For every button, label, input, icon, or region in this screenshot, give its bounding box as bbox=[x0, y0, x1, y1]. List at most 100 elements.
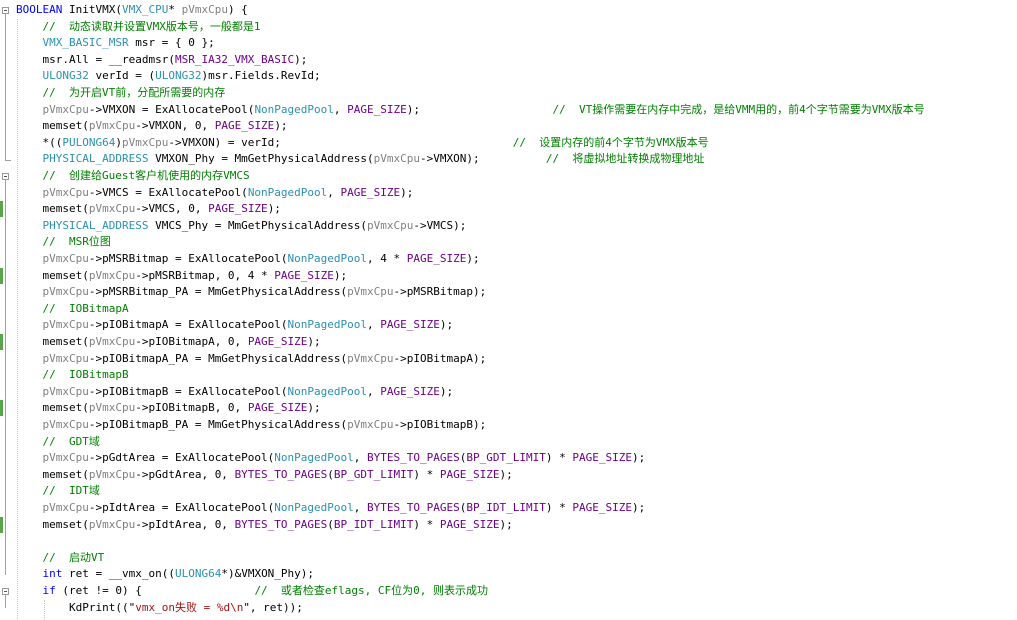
change-marker bbox=[0, 267, 3, 284]
code-token: ->pIOBitmapA_PA = MmGetPhysicalAddress( bbox=[88, 351, 348, 365]
code-token: PHYSICAL_ADDRESS bbox=[42, 152, 149, 166]
editor-gutter[interactable] bbox=[0, 0, 14, 620]
code-line[interactable]: pVmxCpu->pMSRBitmap_PA = MmGetPhysicalAd… bbox=[16, 284, 487, 301]
code-token: PAGE_SIZE bbox=[208, 202, 268, 216]
code-token: // MSR位图 bbox=[42, 235, 111, 249]
code-token: * bbox=[168, 3, 182, 16]
code-token: verId = ( bbox=[88, 69, 156, 83]
code-token: ) * bbox=[545, 451, 573, 465]
code-line[interactable]: // GDT域 bbox=[16, 434, 100, 451]
code-line[interactable]: memset(pVmxCpu->pGdtArea, 0, BYTES_TO_PA… bbox=[16, 467, 512, 484]
code-line[interactable]: pVmxCpu->pIOBitmapB = ExAllocatePool(Non… bbox=[16, 384, 454, 401]
code-line[interactable]: // 启动VT bbox=[16, 550, 105, 567]
indent-guide bbox=[17, 18, 18, 620]
code-line[interactable]: memset(pVmxCpu->pMSRBitmap, 0, 4 * PAGE_… bbox=[16, 268, 347, 285]
code-line[interactable]: memset(pVmxCpu->pIOBitmapA, 0, PAGE_SIZE… bbox=[16, 334, 320, 351]
code-token: NonPagedPool bbox=[287, 252, 368, 265]
code-token: pVmxCpu bbox=[42, 418, 89, 431]
code-token: PAGE_SIZE bbox=[572, 451, 632, 465]
code-line[interactable]: // IDT域 bbox=[16, 483, 100, 500]
code-token: ", ret)); bbox=[243, 600, 303, 614]
code-line[interactable]: PHYSICAL_ADDRESS VMCS_Phy = MmGetPhysica… bbox=[16, 218, 467, 235]
code-line[interactable]: PHYSICAL_ADDRESS VMXON_Phy = MmGetPhysic… bbox=[16, 151, 705, 168]
code-token: ); bbox=[499, 517, 513, 531]
code-line[interactable]: int ret = __vmx_on((ULONG64*)&VMXON_Phy)… bbox=[16, 566, 315, 583]
code-token: , bbox=[353, 501, 368, 514]
code-line[interactable]: pVmxCpu->VMXON = ExAllocatePool(NonPaged… bbox=[16, 102, 925, 119]
code-line[interactable]: pVmxCpu->pIdtArea = ExAllocatePool(NonPa… bbox=[16, 500, 646, 517]
code-line[interactable]: KdPrint(("vmx_on失败 = %d\n", ret)); bbox=[16, 600, 303, 617]
code-line[interactable]: pVmxCpu->pMSRBitmap = ExAllocatePool(Non… bbox=[16, 251, 480, 268]
code-token: pVmxCpu bbox=[42, 185, 89, 199]
code-token: , bbox=[367, 318, 381, 332]
code-token: ); bbox=[631, 451, 646, 465]
code-token: // VT操作需要在内存中完成，是给VMM用的，前4个字节需要为VMX版本号 bbox=[552, 102, 925, 116]
code-token: PAGE_SIZE bbox=[439, 467, 500, 481]
code-line[interactable]: pVmxCpu->pGdtArea = ExAllocatePool(NonPa… bbox=[16, 450, 646, 467]
code-line[interactable]: pVmxCpu->pIOBitmapA_PA = MmGetPhysicalAd… bbox=[16, 351, 487, 368]
code-line[interactable]: pVmxCpu->pIOBitmapA = ExAllocatePool(Non… bbox=[16, 317, 454, 334]
code-line[interactable]: *((PULONG64)pVmxCpu->VMXON) = verId; // … bbox=[16, 135, 709, 152]
code-token: ->VMCS, 0, bbox=[135, 202, 209, 216]
code-token: , 4 * bbox=[367, 252, 407, 265]
code-token: ); bbox=[631, 501, 646, 514]
code-token: // 将虚拟地址转换成物理地址 bbox=[545, 152, 705, 166]
code-token: pVmxCpu bbox=[347, 351, 394, 365]
collapse-icon[interactable] bbox=[2, 172, 9, 180]
code-line[interactable]: memset(pVmxCpu->pIdtArea, 0, BYTES_TO_PA… bbox=[16, 517, 513, 534]
collapse-icon[interactable] bbox=[2, 587, 9, 595]
code-line[interactable]: msr.All = __readmsr(MSR_IA32_VMX_BASIC); bbox=[16, 52, 307, 69]
code-token: ( bbox=[327, 467, 334, 481]
code-line[interactable]: pVmxCpu->pIOBitmapB_PA = MmGetPhysicalAd… bbox=[16, 417, 487, 434]
code-line[interactable]: memset(pVmxCpu->VMXON, 0, PAGE_SIZE); bbox=[16, 118, 288, 135]
code-token: memset( bbox=[16, 335, 89, 348]
code-editor[interactable]: BOOLEAN InitVMX(VMX_CPU* pVmxCpu) { // 动… bbox=[0, 0, 1017, 620]
code-line[interactable]: memset(pVmxCpu->VMCS, 0, PAGE_SIZE); bbox=[16, 201, 280, 218]
code-token: ->pGdtArea, 0, bbox=[135, 467, 235, 481]
code-token: PAGE_SIZE bbox=[572, 501, 632, 514]
code-token: ) * bbox=[413, 517, 440, 531]
code-line[interactable]: if (ret != 0) { // 或者检查eflags, CF位为0, 则表… bbox=[16, 583, 489, 600]
code-line[interactable]: // 创建给Guest客户机使用的内存VMCS bbox=[16, 168, 250, 185]
code-token: ) { bbox=[227, 3, 248, 16]
code-token: ->pMSRBitmap); bbox=[393, 285, 487, 299]
code-token: NonPagedPool bbox=[274, 451, 354, 465]
collapse-icon[interactable] bbox=[2, 6, 9, 14]
code-token: ); bbox=[274, 119, 288, 133]
code-token: PAGE_SIZE bbox=[380, 318, 440, 332]
code-token: ->pIOBitmapB = ExAllocatePool( bbox=[88, 384, 288, 398]
code-token: )msr.Fields.RevId; bbox=[201, 69, 321, 83]
code-token: ); bbox=[439, 384, 454, 398]
code-line[interactable]: // IOBitmapB bbox=[16, 367, 129, 384]
code-token: pVmxCpu bbox=[88, 467, 136, 481]
code-line[interactable]: pVmxCpu->VMCS = ExAllocatePool(NonPagedP… bbox=[16, 185, 414, 202]
code-token: ); bbox=[466, 252, 480, 265]
code-token: *(( bbox=[16, 135, 63, 149]
code-token: , bbox=[327, 185, 341, 199]
code-token: , bbox=[367, 384, 381, 398]
code-line[interactable]: BOOLEAN InitVMX(VMX_CPU* pVmxCpu) { bbox=[16, 2, 248, 19]
code-token: ULONG32 bbox=[42, 69, 89, 83]
code-line[interactable]: ULONG32 verId = (ULONG32)msr.Fields.RevI… bbox=[16, 68, 321, 85]
code-line[interactable]: VMX_BASIC_MSR msr = { 0 }; bbox=[16, 35, 215, 52]
code-line[interactable]: // 为开启VT前，分配所需要的内存 bbox=[16, 85, 226, 102]
code-token: pVmxCpu bbox=[121, 135, 169, 149]
code-line[interactable]: // MSR位图 bbox=[16, 234, 111, 251]
code-token: memset( bbox=[16, 517, 89, 531]
code-line[interactable]: memset(pVmxCpu->pIOBitmapB, 0, PAGE_SIZE… bbox=[16, 400, 321, 417]
code-token: // 设置内存的前4个字节为VMX版本号 bbox=[512, 135, 709, 149]
code-token: pVmxCpu bbox=[367, 218, 414, 232]
code-line[interactable]: // 动态读取并设置VMX版本号，一般都是1 bbox=[16, 19, 261, 36]
code-token: pVmxCpu bbox=[42, 102, 89, 116]
code-token: ->pIOBitmapA); bbox=[393, 351, 487, 365]
code-token: ->pIdtArea, 0, bbox=[135, 517, 235, 531]
code-token: PULONG64 bbox=[62, 135, 116, 149]
code-token: ); bbox=[406, 102, 553, 116]
code-line[interactable]: // IOBitmapA bbox=[16, 301, 129, 318]
code-token: ); bbox=[307, 401, 321, 415]
